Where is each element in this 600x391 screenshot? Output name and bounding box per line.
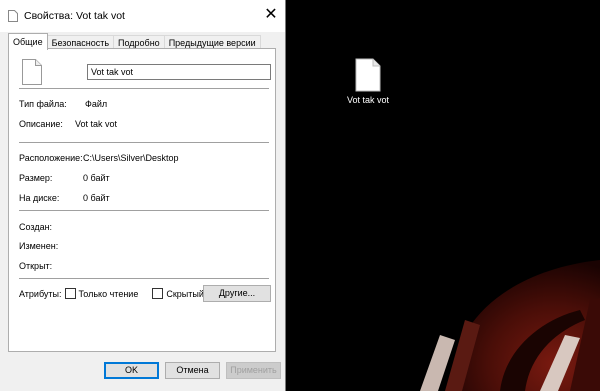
apply-button[interactable]: Применить [226, 362, 281, 379]
close-icon[interactable]: ✕ [261, 5, 281, 25]
readonly-checkbox[interactable] [64, 288, 76, 299]
file-type-label: Тип файла: [19, 99, 67, 109]
cancel-button[interactable]: Отмена [165, 362, 220, 379]
description-value: Vot tak vot [75, 119, 118, 129]
hidden-label[interactable]: Скрытый [166, 289, 204, 299]
on-disk-value: 0 байт [83, 193, 110, 203]
properties-dialog: Свойства: Vot tak vot ✕ Общие Безопаснос… [0, 0, 286, 391]
file-icon [22, 59, 42, 85]
file-icon [8, 10, 18, 22]
opened-label: Открыт: [19, 261, 53, 271]
desktop-wallpaper-art [420, 260, 600, 391]
separator [19, 142, 269, 143]
size-value: 0 байт [83, 173, 110, 183]
created-label: Создан: [19, 222, 53, 232]
file-icon [355, 58, 381, 92]
description-label: Описание: [19, 119, 63, 129]
location-label: Расположение: [19, 153, 83, 163]
on-disk-label: На диске: [19, 193, 60, 203]
readonly-label[interactable]: Только чтение [79, 289, 139, 299]
tab-general[interactable]: Общие [8, 33, 48, 50]
desktop-file-icon-item[interactable]: Vot tak vot [333, 58, 403, 105]
file-type-value: Файл [85, 99, 108, 109]
separator [19, 88, 269, 89]
location-value: C:\Users\Silver\Desktop [83, 153, 179, 163]
general-panel: Тип файла: Файл Описание: Vot tak vot Ра… [8, 48, 276, 352]
window-title: Свойства: Vot tak vot [24, 10, 125, 22]
attributes-row: Атрибуты: Только чтение Скрытый [19, 288, 204, 299]
separator [19, 278, 269, 279]
modified-label: Изменен: [19, 241, 59, 251]
desktop-file-label: Vot tak vot [346, 95, 390, 105]
attributes-label: Атрибуты: [19, 288, 62, 299]
title-bar[interactable]: Свойства: Vot tak vot ✕ [0, 0, 285, 32]
other-attributes-button[interactable]: Другие... [203, 285, 271, 302]
separator [19, 210, 269, 211]
tab-strip: Общие Безопасность Подробно Предыдущие в… [8, 33, 261, 50]
ok-button[interactable]: OK [104, 362, 159, 379]
filename-input[interactable] [87, 64, 271, 80]
size-label: Размер: [19, 173, 53, 183]
hidden-checkbox[interactable] [152, 288, 164, 299]
